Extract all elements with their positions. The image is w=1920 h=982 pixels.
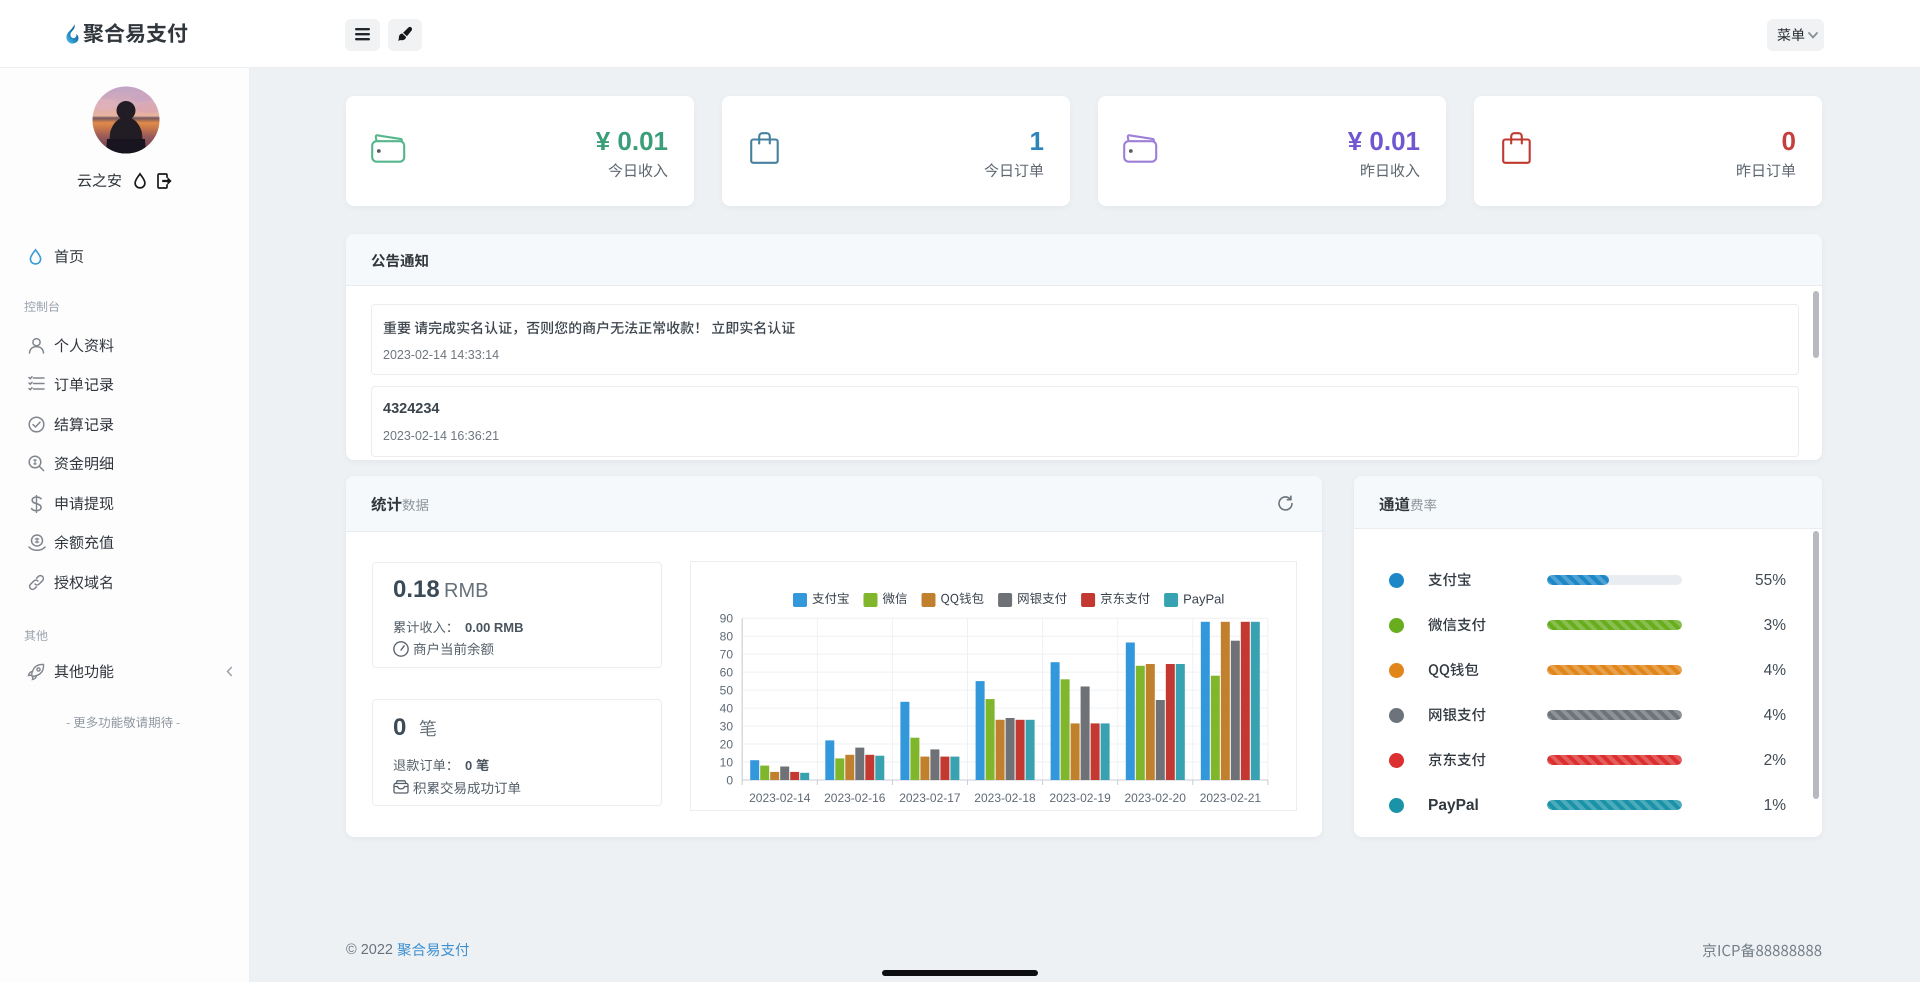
svg-text:60: 60 [720, 665, 734, 679]
svg-text:2023-02-20: 2023-02-20 [1125, 791, 1187, 805]
svg-text:2023-02-14: 2023-02-14 [749, 791, 811, 805]
svg-text:2023-02-17: 2023-02-17 [899, 791, 961, 805]
svg-text:80: 80 [720, 630, 734, 644]
svg-text:70: 70 [720, 647, 734, 661]
svg-text:0: 0 [726, 773, 733, 787]
svg-text:2023-02-16: 2023-02-16 [824, 791, 886, 805]
svg-text:2023-02-19: 2023-02-19 [1049, 791, 1111, 805]
svg-text:90: 90 [720, 612, 734, 626]
svg-text:2023-02-18: 2023-02-18 [974, 791, 1036, 805]
svg-text:2023-02-21: 2023-02-21 [1200, 791, 1262, 805]
svg-text:PayPal: PayPal [1183, 592, 1224, 607]
svg-text:10: 10 [720, 755, 734, 769]
svg-text:30: 30 [720, 719, 734, 733]
svg-text:50: 50 [720, 683, 734, 697]
svg-text:20: 20 [720, 737, 734, 751]
svg-text:40: 40 [720, 701, 734, 715]
